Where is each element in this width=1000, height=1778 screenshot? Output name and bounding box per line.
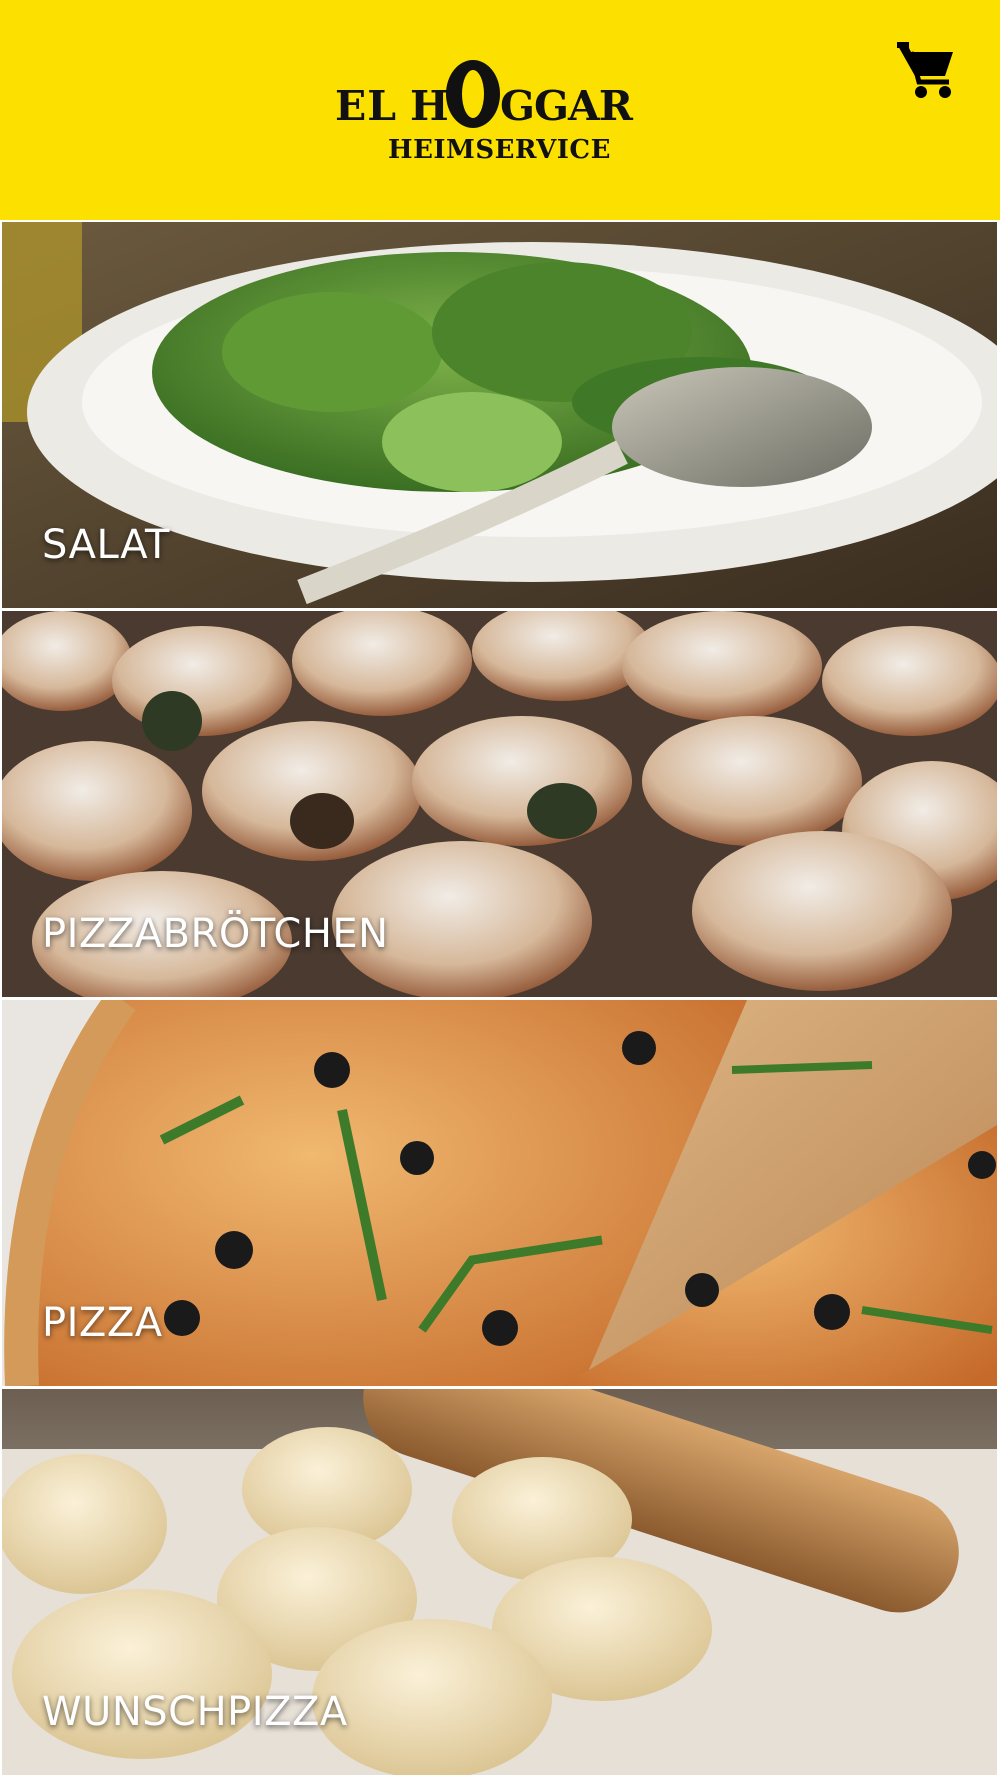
category-label: SALAT bbox=[42, 522, 170, 568]
logo-text-el: EL bbox=[335, 82, 398, 130]
category-tile-wunschpizza[interactable]: WUNSCHPIZZA bbox=[2, 1389, 997, 1775]
category-label: WUNSCHPIZZA bbox=[42, 1689, 348, 1735]
category-label: PIZZABRÖTCHEN bbox=[42, 911, 389, 957]
shopping-cart-icon[interactable] bbox=[895, 38, 957, 100]
brand-logo[interactable]: EL H GGAR HEIMSERVICE bbox=[330, 40, 670, 170]
logo-text-ggar: GGAR bbox=[500, 82, 633, 130]
logo-wordmark: EL H GGAR bbox=[330, 52, 670, 132]
category-label: PIZZA bbox=[42, 1300, 163, 1346]
app-header: EL H GGAR HEIMSERVICE bbox=[0, 0, 1000, 220]
logo-big-o bbox=[446, 60, 500, 128]
category-tile-pizzabroetchen[interactable]: PIZZABRÖTCHEN bbox=[2, 611, 997, 997]
category-tile-pizza[interactable]: PIZZA bbox=[2, 1000, 997, 1386]
category-tile-salat[interactable]: SALAT bbox=[2, 222, 997, 608]
logo-subtitle: HEIMSERVICE bbox=[388, 135, 611, 165]
